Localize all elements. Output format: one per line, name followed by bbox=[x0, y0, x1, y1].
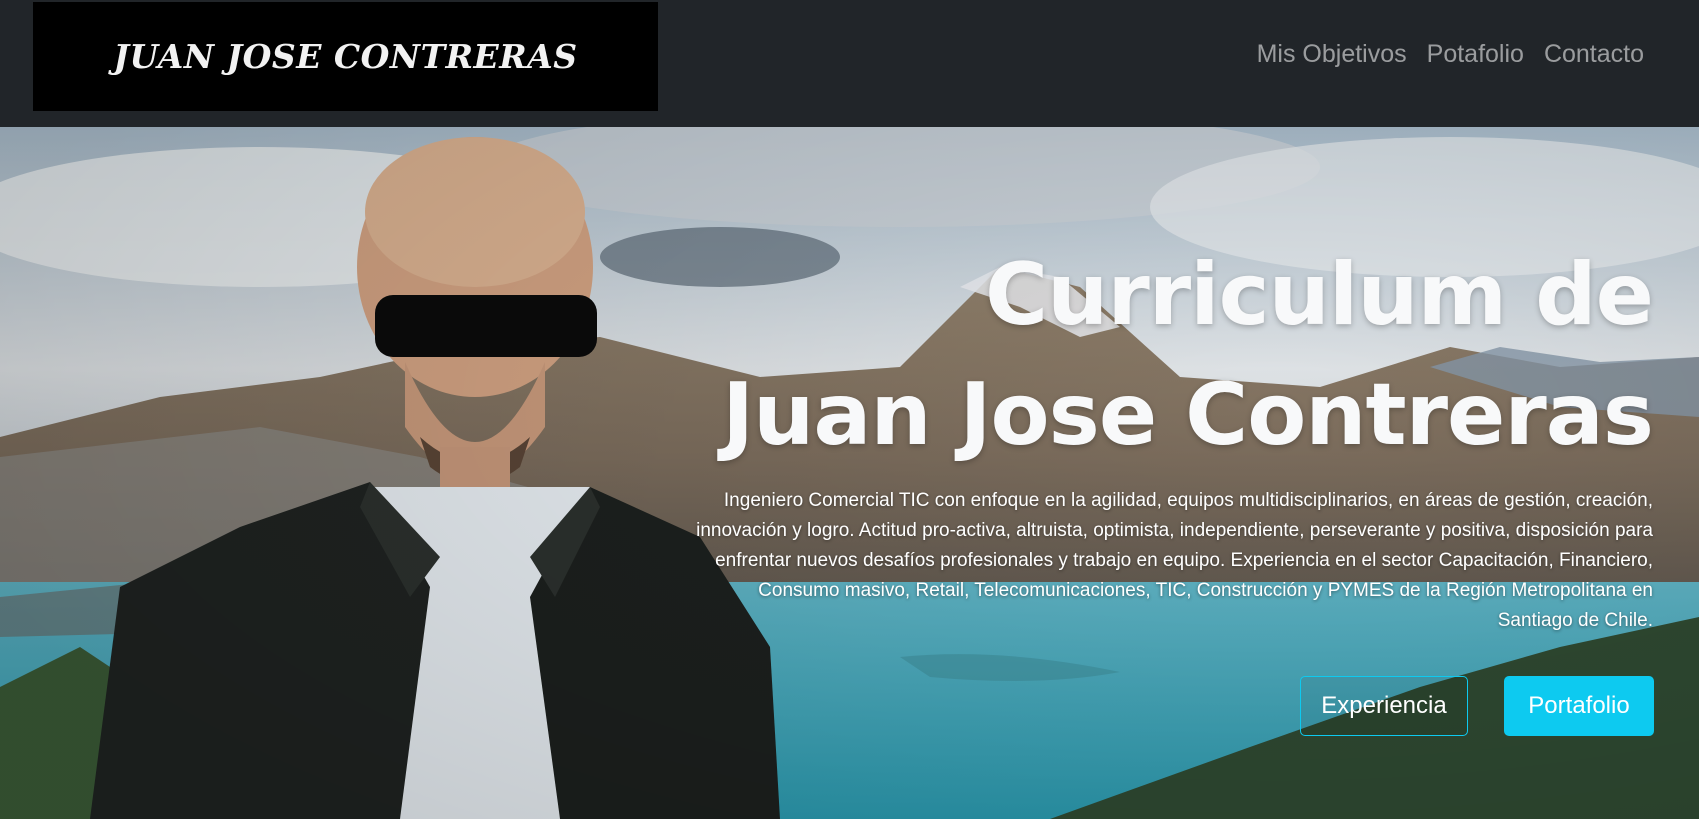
brand-logo[interactable]: JUAN JOSE CONTRERAS bbox=[33, 2, 658, 111]
hero-title: Curriculum de Juan Jose Contreras bbox=[553, 235, 1654, 475]
hero-section: Curriculum de Juan Jose Contreras Ingeni… bbox=[0, 127, 1699, 819]
nav-link-potafolio[interactable]: Potafolio bbox=[1427, 40, 1524, 69]
experience-button[interactable]: Experiencia bbox=[1300, 676, 1468, 736]
hero-title-line-2: Juan Jose Contreras bbox=[722, 364, 1654, 465]
hero-description: Ingeniero Comercial TIC con enfoque en l… bbox=[696, 490, 1653, 631]
nav-links: Mis Objetivos Potafolio Contacto bbox=[1257, 40, 1644, 69]
nav-link-contacto[interactable]: Contacto bbox=[1544, 40, 1644, 69]
nav-link-mis-objetivos[interactable]: Mis Objetivos bbox=[1257, 40, 1407, 69]
portfolio-button[interactable]: Portafolio bbox=[1504, 676, 1654, 736]
top-navbar: JUAN JOSE CONTRERAS Mis Objetivos Potafo… bbox=[0, 0, 1699, 127]
hero-title-line-1: Curriculum de bbox=[985, 244, 1654, 345]
brand-name: JUAN JOSE CONTRERAS bbox=[113, 37, 578, 76]
